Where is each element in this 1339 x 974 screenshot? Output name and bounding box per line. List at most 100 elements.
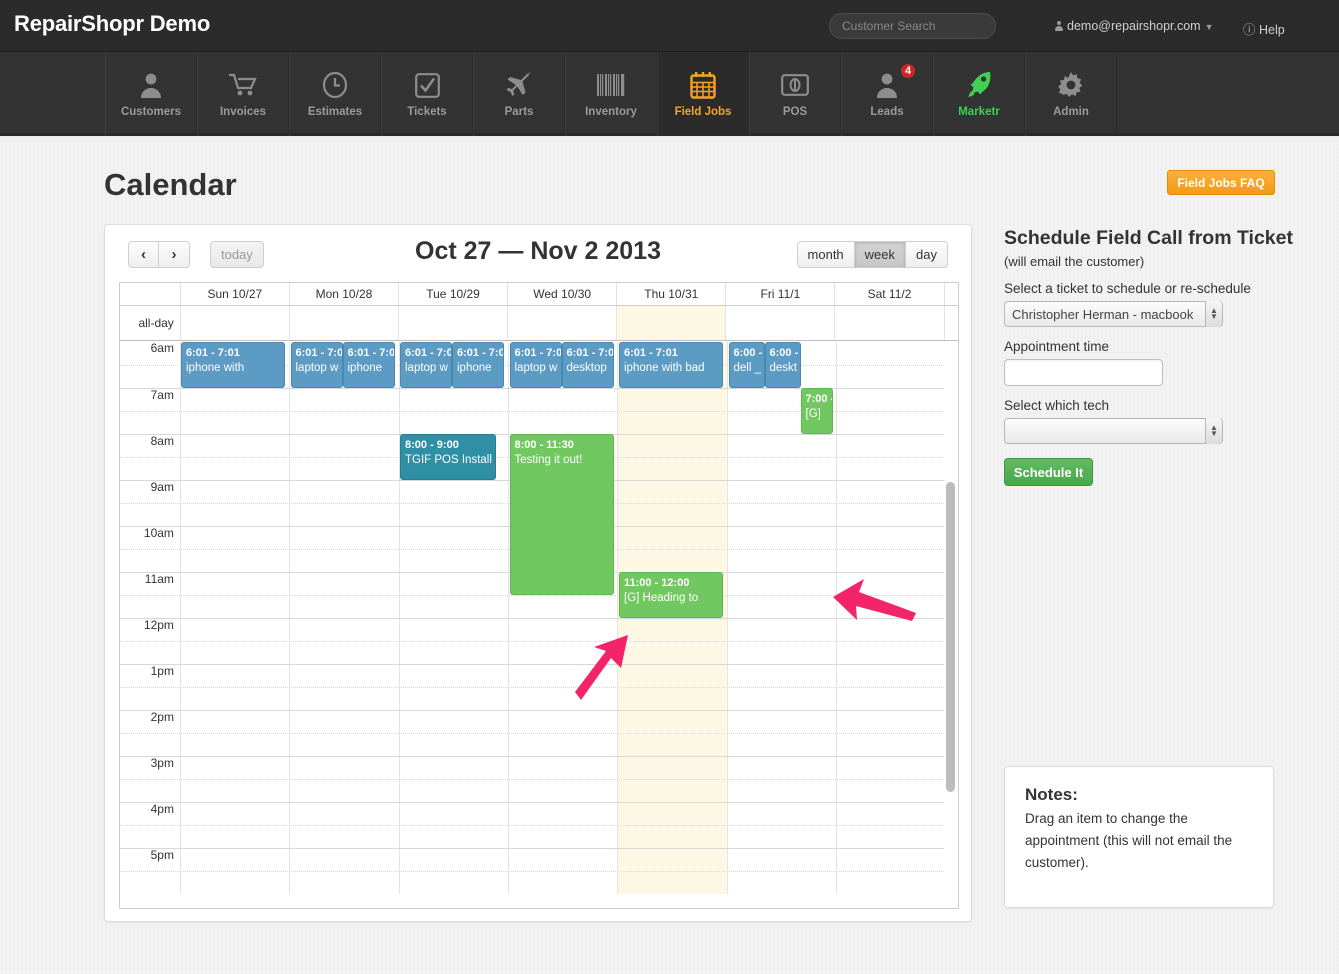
allday-cell-4[interactable] (616, 306, 726, 340)
time-cell[interactable] (289, 481, 398, 503)
time-cell[interactable] (398, 412, 508, 434)
time-cell[interactable] (179, 849, 289, 871)
time-cell[interactable] (398, 826, 508, 848)
time-cell[interactable] (836, 389, 945, 411)
time-cell[interactable] (508, 619, 617, 641)
time-cell[interactable] (289, 780, 398, 802)
time-cell[interactable] (836, 550, 945, 572)
nav-item-customers[interactable]: Customers (105, 52, 197, 136)
time-cell[interactable] (289, 389, 398, 411)
calendar-event[interactable]: 6:01 - 7:0 desktop (561, 342, 614, 388)
time-cell[interactable] (726, 826, 836, 848)
time-cell[interactable] (289, 527, 398, 549)
time-cell[interactable] (289, 688, 398, 710)
time-cell[interactable] (836, 412, 945, 434)
time-cell[interactable] (836, 849, 945, 871)
allday-cell-2[interactable] (398, 306, 507, 340)
calendar-event[interactable]: 6:01 - 7:0 laptop w (400, 342, 452, 388)
time-cell[interactable] (836, 642, 945, 664)
tech-select[interactable]: ▲ ▼ (1004, 418, 1223, 444)
day-header-3[interactable]: Wed 10/30 (507, 283, 616, 305)
time-cell[interactable] (179, 527, 289, 549)
day-header-4[interactable]: Thu 10/31 (616, 283, 725, 305)
day-header-5[interactable]: Fri 11/1 (725, 283, 834, 305)
calendar-event[interactable]: 6:01 - 7:0 laptop w (290, 342, 343, 388)
time-cell[interactable] (617, 665, 727, 687)
time-cell[interactable] (726, 780, 836, 802)
time-cell[interactable] (617, 412, 727, 434)
time-cell[interactable] (836, 596, 945, 618)
user-menu[interactable]: demo@repairshopr.com ▼ (1055, 19, 1214, 33)
time-cell[interactable] (289, 619, 398, 641)
time-cell[interactable] (179, 757, 289, 779)
time-cell[interactable] (398, 642, 508, 664)
time-cell[interactable] (836, 504, 945, 526)
time-cell[interactable] (726, 458, 836, 480)
time-cell[interactable] (508, 803, 617, 825)
nav-item-estimates[interactable]: Estimates (289, 52, 381, 136)
time-cell[interactable] (398, 872, 508, 894)
time-cell[interactable] (398, 596, 508, 618)
time-cell[interactable] (289, 550, 398, 572)
time-cell[interactable] (508, 872, 617, 894)
calendar-event[interactable]: 7:00 - [G] (800, 388, 833, 434)
time-cell[interactable] (398, 573, 508, 595)
time-cell[interactable] (179, 412, 289, 434)
time-cell[interactable] (508, 642, 617, 664)
calendar-event[interactable]: 6:01 - 7:01 iphone with (181, 342, 285, 388)
nav-item-admin[interactable]: Admin (1025, 52, 1117, 136)
time-cell[interactable] (836, 573, 945, 595)
time-cell[interactable] (617, 504, 727, 526)
calendar-event[interactable]: 6:00 - dell _ (728, 342, 765, 388)
time-cell[interactable] (179, 665, 289, 687)
view-button-week[interactable]: week (854, 241, 906, 268)
day-header-1[interactable]: Mon 10/28 (288, 283, 398, 305)
time-cell[interactable] (617, 757, 727, 779)
time-cell[interactable] (836, 826, 945, 848)
time-cell[interactable] (617, 826, 727, 848)
time-cell[interactable] (508, 734, 617, 756)
calendar-event[interactable]: 6:01 - 7:01 iphone with bad (619, 342, 723, 388)
time-cell[interactable] (726, 435, 836, 457)
time-cell[interactable] (726, 550, 836, 572)
time-cell[interactable] (398, 527, 508, 549)
time-cell[interactable] (179, 389, 289, 411)
time-cell[interactable] (289, 711, 398, 733)
time-cell[interactable] (398, 711, 508, 733)
time-cell[interactable] (726, 872, 836, 894)
time-cell[interactable] (836, 481, 945, 503)
time-cell[interactable] (289, 504, 398, 526)
time-cell[interactable] (289, 458, 398, 480)
time-cell[interactable] (289, 642, 398, 664)
time-cell[interactable] (398, 688, 508, 710)
time-cell[interactable] (398, 389, 508, 411)
time-cell[interactable] (726, 481, 836, 503)
time-cell[interactable] (617, 642, 727, 664)
time-cell[interactable] (398, 619, 508, 641)
time-cell[interactable] (179, 734, 289, 756)
time-cell[interactable] (289, 596, 398, 618)
allday-cell-0[interactable] (179, 306, 289, 340)
time-cell[interactable] (617, 872, 727, 894)
time-cell[interactable] (289, 849, 398, 871)
scrollbar-thumb[interactable] (946, 482, 955, 792)
time-cell[interactable] (726, 849, 836, 871)
ticket-select[interactable]: Christopher Herman - macbook ▲ ▼ (1004, 301, 1223, 327)
time-cell[interactable] (726, 504, 836, 526)
time-cell[interactable] (179, 550, 289, 572)
time-cell[interactable] (179, 826, 289, 848)
appointment-time-input[interactable] (1004, 359, 1163, 386)
time-cell[interactable] (836, 527, 945, 549)
time-cell[interactable] (398, 665, 508, 687)
day-header-0[interactable]: Sun 10/27 (179, 283, 289, 305)
day-header-2[interactable]: Tue 10/29 (398, 283, 507, 305)
nav-item-marketr[interactable]: Marketr (933, 52, 1025, 136)
time-cell[interactable] (179, 803, 289, 825)
nav-item-inventory[interactable]: Inventory (565, 52, 657, 136)
calendar-event[interactable]: 6:01 - 7:0 iphone (452, 342, 504, 388)
time-cell[interactable] (617, 481, 727, 503)
time-cell[interactable] (508, 688, 617, 710)
time-cell[interactable] (617, 849, 727, 871)
help-link[interactable]: ⓘ Help (1243, 19, 1285, 38)
time-cell[interactable] (179, 711, 289, 733)
